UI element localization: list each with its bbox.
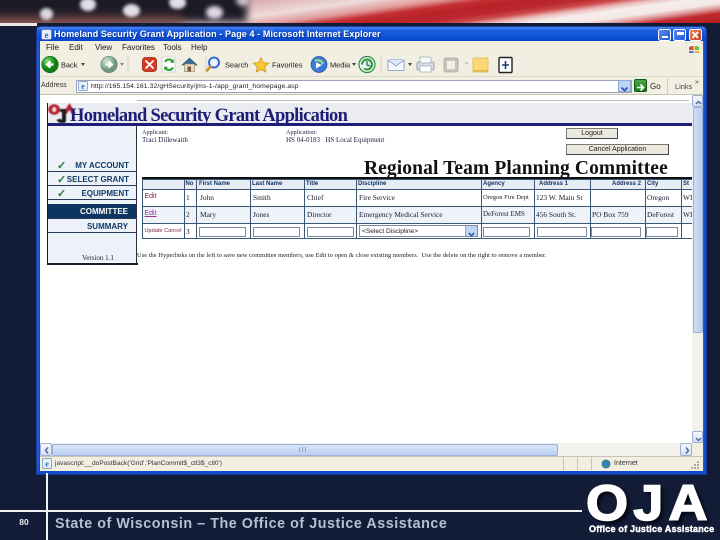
- svg-text:e: e: [45, 460, 49, 469]
- svg-text:Back: Back: [61, 61, 78, 70]
- svg-text:Search: Search: [225, 61, 248, 70]
- svg-text:Media: Media: [330, 61, 351, 70]
- svg-text:e: e: [45, 29, 49, 39]
- svg-text:e: e: [81, 82, 85, 91]
- svg-text:Favorites: Favorites: [272, 61, 303, 70]
